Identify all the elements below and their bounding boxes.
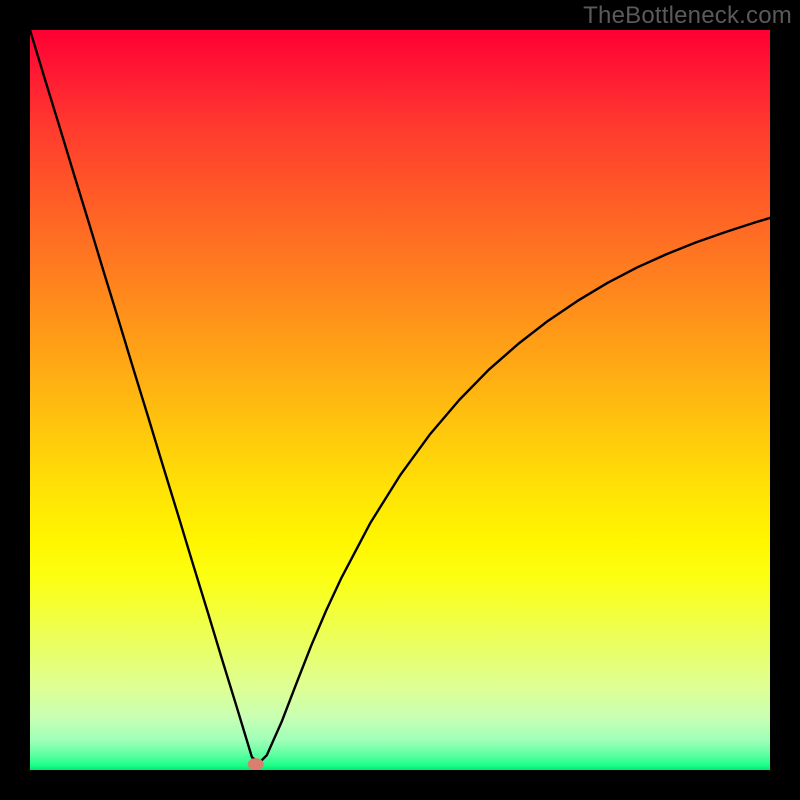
curve-layer [30,30,770,770]
plot-area [30,30,770,770]
bottleneck-curve [30,30,770,763]
min-point-marker [248,758,264,770]
watermark-text: TheBottleneck.com [583,2,792,30]
chart-frame: TheBottleneck.com [0,0,800,800]
